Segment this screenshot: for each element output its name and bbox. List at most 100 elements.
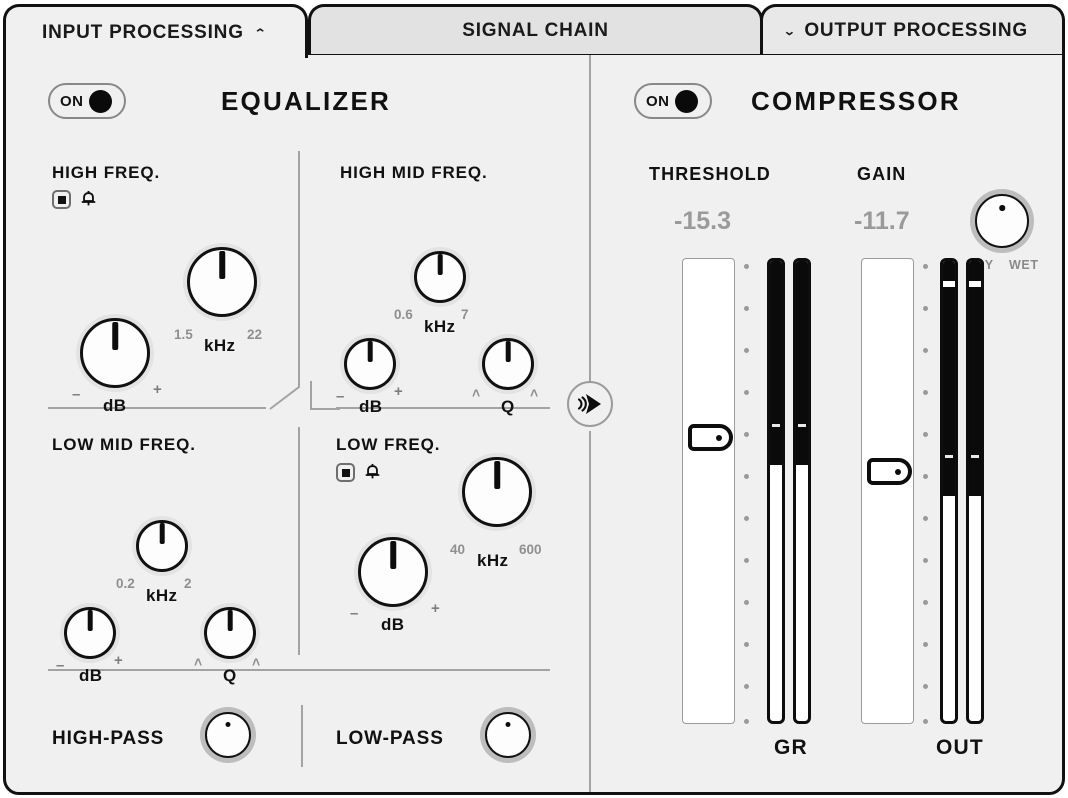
threshold-scale [744, 258, 749, 724]
low-mid-q-unit: Q [223, 666, 237, 685]
low-mid-freq-max: 2 [184, 576, 192, 591]
low-mid-freq-unit: kHz [146, 586, 178, 605]
knob-pointer [367, 341, 373, 362]
low-freq-min: 40 [450, 542, 466, 557]
gr-meter-left [767, 258, 785, 724]
divider-center-lower [589, 431, 591, 792]
knob-pointer [390, 541, 396, 569]
tab-output-processing-label: OUTPUT PROCESSING [804, 19, 1028, 41]
gain-fader-handle[interactable] [867, 458, 912, 485]
low-gain-plus: + [431, 600, 440, 617]
main-panel: ON EQUALIZER ON COMPRESSOR HIGH FREQ. 1.… [3, 52, 1065, 795]
threshold-label: THRESHOLD [649, 164, 771, 184]
low-mid-gain-unit: dB [79, 666, 103, 685]
tab-output-processing[interactable]: ⌄ OUTPUT PROCESSING [760, 4, 1065, 54]
high-mid-q-max: ˄ [530, 385, 539, 401]
knob-pointer [437, 254, 443, 275]
threshold-fader-track[interactable] [682, 258, 735, 724]
low-mid-gain-plus: + [114, 652, 123, 669]
bell-icon[interactable] [363, 463, 382, 482]
low-mid-freq-min: 0.2 [116, 576, 135, 591]
high-freq-unit: kHz [204, 336, 236, 355]
knob-pointer [227, 610, 233, 631]
out-meter-label: OUT [936, 736, 984, 759]
band-high-label: HIGH FREQ. [52, 163, 161, 182]
high-mid-gain-minus: – [336, 388, 345, 405]
toggle-indicator-icon [675, 89, 699, 113]
plugin-window: SIGNAL CHAIN ⌄ OUTPUT PROCESSING INPUT P… [0, 0, 1068, 798]
low-pass-label: LOW-PASS [336, 728, 444, 749]
knob-high-gain[interactable] [78, 316, 152, 388]
high-gain-plus: + [153, 381, 162, 398]
equalizer-power-toggle[interactable]: ON [48, 83, 126, 119]
wet-label: WET [1009, 258, 1039, 272]
high-mid-q-min: ˄ [472, 385, 481, 401]
low-gain-unit: dB [381, 615, 405, 634]
low-freq-unit: kHz [477, 551, 509, 570]
knob-dry-wet[interactable] [973, 192, 1031, 248]
bell-icon[interactable] [79, 190, 98, 209]
tab-input-processing-label: INPUT PROCESSING [42, 21, 244, 43]
compressor-title: COMPRESSOR [751, 86, 961, 116]
knob-pointer [494, 461, 500, 489]
threshold-value: -15.3 [674, 207, 731, 235]
high-mid-q-unit: Q [501, 397, 515, 416]
chevron-down-icon: ⌄ [782, 24, 797, 38]
knob-high-mid-gain[interactable] [342, 336, 398, 390]
knob-low-mid-freq[interactable] [134, 518, 190, 572]
divider-passfilters [48, 669, 550, 671]
high-mid-gain-unit: dB [359, 397, 383, 416]
shelf-icon[interactable] [336, 463, 355, 482]
tab-signal-chain[interactable]: SIGNAL CHAIN [308, 4, 763, 54]
gr-meter-label: GR [774, 736, 808, 759]
knob-low-freq[interactable] [460, 455, 534, 527]
high-freq-min: 1.5 [174, 327, 193, 342]
chevron-up-icon: ⌃ [253, 26, 268, 40]
high-gain-minus: – [72, 386, 81, 403]
knob-dot-indicator [505, 722, 511, 727]
gain-label: GAIN [857, 164, 907, 184]
gain-scale [923, 258, 928, 724]
equalizer-power-label: ON [60, 92, 84, 110]
band-low-mid-label: LOW MID FREQ. [52, 435, 196, 454]
divider-eq-bottom-vertical [298, 427, 300, 655]
knob-low-mid-gain[interactable] [62, 605, 118, 659]
knob-high-mid-q[interactable] [480, 336, 536, 390]
gain-value: -11.7 [854, 207, 910, 235]
signal-flow-badge[interactable] [567, 381, 613, 427]
gr-meter-right [793, 258, 811, 724]
divider-passfilters-vertical [301, 705, 303, 767]
out-meter-right [966, 258, 984, 724]
out-meter-left [940, 258, 958, 724]
high-freq-max: 22 [247, 327, 263, 342]
compressor-power-toggle[interactable]: ON [634, 83, 712, 119]
low-freq-max: 600 [519, 542, 542, 557]
shelf-icon[interactable] [52, 190, 71, 209]
toggle-indicator-icon [89, 89, 113, 113]
knob-low-gain[interactable] [356, 535, 430, 607]
knob-high-mid-freq[interactable] [412, 249, 468, 303]
knob-pointer [505, 341, 511, 362]
band-low-filter-icons[interactable] [336, 463, 382, 482]
band-high-filter-icons[interactable] [52, 190, 98, 209]
divider-eq-horizontal-left [48, 407, 266, 409]
high-pass-label: HIGH-PASS [52, 728, 165, 749]
low-gain-minus: – [350, 605, 359, 622]
knob-high-pass[interactable] [203, 710, 253, 758]
tab-signal-chain-label: SIGNAL CHAIN [462, 19, 609, 41]
knob-low-mid-q[interactable] [202, 605, 258, 659]
compressor-power-label: ON [646, 92, 670, 110]
band-high-mid-label: HIGH MID FREQ. [340, 163, 488, 182]
high-mid-freq-unit: kHz [424, 317, 456, 336]
divider-center-upper [589, 55, 591, 385]
low-mid-q-max: ˄ [252, 654, 261, 670]
knob-pointer [112, 322, 118, 350]
knob-dot-indicator [225, 722, 231, 727]
threshold-fader-handle[interactable] [688, 424, 733, 451]
knob-high-freq[interactable] [185, 245, 259, 317]
gain-fader-track[interactable] [861, 258, 914, 724]
low-mid-gain-minus: – [56, 657, 65, 674]
signal-flow-icon [577, 394, 601, 414]
knob-low-pass[interactable] [483, 710, 533, 758]
tab-input-processing[interactable]: INPUT PROCESSING ⌃ [3, 4, 308, 58]
